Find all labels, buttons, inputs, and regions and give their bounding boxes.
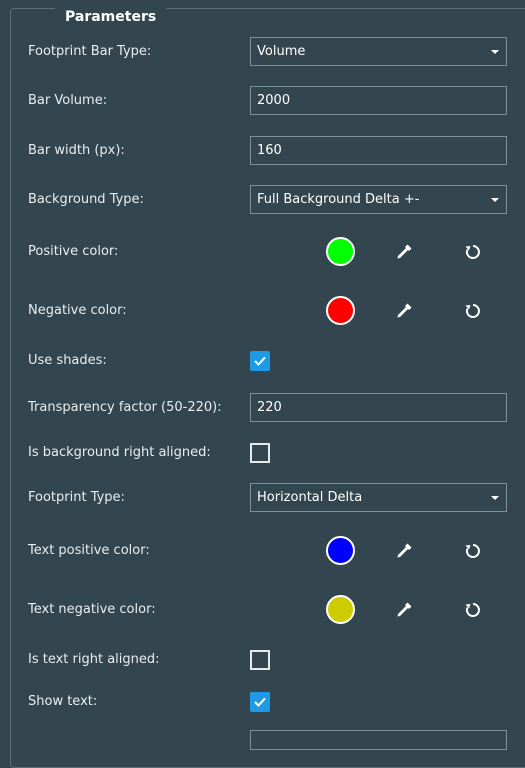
text-right-aligned-label: Is text right aligned:	[28, 652, 160, 667]
footprint-type-value: Horizontal Delta	[257, 490, 363, 505]
footprint-type-select[interactable]: Horizontal Delta	[250, 483, 507, 512]
eyedropper-icon[interactable]	[394, 242, 414, 262]
eyedropper-icon[interactable]	[394, 301, 414, 321]
eyedropper-icon[interactable]	[394, 600, 414, 620]
reset-icon[interactable]	[463, 242, 483, 262]
bar-volume-label: Bar Volume:	[28, 93, 108, 108]
eyedropper-icon[interactable]	[394, 541, 414, 561]
footprint-bar-type-label: Footprint Bar Type:	[28, 44, 152, 59]
negative-color-swatch[interactable]	[326, 296, 355, 325]
section-title: Parameters	[55, 7, 167, 27]
checkmark-icon	[254, 697, 266, 707]
negative-color-label: Negative color:	[28, 303, 127, 318]
background-type-label: Background Type:	[28, 192, 144, 207]
background-type-value: Full Background Delta +-	[257, 192, 420, 207]
background-type-select[interactable]: Full Background Delta +-	[250, 185, 507, 214]
text-right-aligned-checkbox[interactable]	[250, 650, 270, 670]
reset-icon[interactable]	[463, 541, 483, 561]
chevron-down-icon	[491, 198, 499, 202]
text-positive-color-swatch[interactable]	[326, 536, 355, 565]
bg-right-aligned-label: Is background right aligned:	[28, 445, 211, 460]
bar-width-input[interactable]: 160	[250, 136, 507, 165]
text-negative-color-label: Text negative color:	[28, 602, 156, 617]
bar-volume-input[interactable]: 2000	[250, 86, 507, 115]
reset-icon[interactable]	[463, 301, 483, 321]
chevron-down-icon	[491, 50, 499, 54]
bar-width-label: Bar width (px):	[28, 143, 125, 158]
text-positive-color-label: Text positive color:	[28, 543, 150, 558]
text-negative-color-swatch[interactable]	[326, 595, 355, 624]
bg-right-aligned-checkbox[interactable]	[250, 443, 270, 463]
use-shades-checkbox[interactable]	[250, 351, 270, 371]
positive-color-swatch[interactable]	[326, 237, 355, 266]
checkmark-icon	[254, 356, 266, 366]
footprint-bar-type-value: Volume	[257, 44, 306, 59]
use-shades-label: Use shades:	[28, 353, 107, 368]
footprint-type-label: Footprint Type:	[28, 490, 125, 505]
show-text-checkbox[interactable]	[250, 692, 270, 712]
chevron-down-icon	[491, 496, 499, 500]
positive-color-label: Positive color:	[28, 244, 119, 259]
transparency-factor-input[interactable]: 220	[250, 393, 507, 422]
transparency-factor-label: Transparency factor (50-220):	[28, 400, 222, 415]
show-text-label: Show text:	[28, 694, 98, 709]
footprint-bar-type-select[interactable]: Volume	[250, 37, 507, 66]
next-field-partial[interactable]	[250, 730, 507, 750]
reset-icon[interactable]	[463, 600, 483, 620]
